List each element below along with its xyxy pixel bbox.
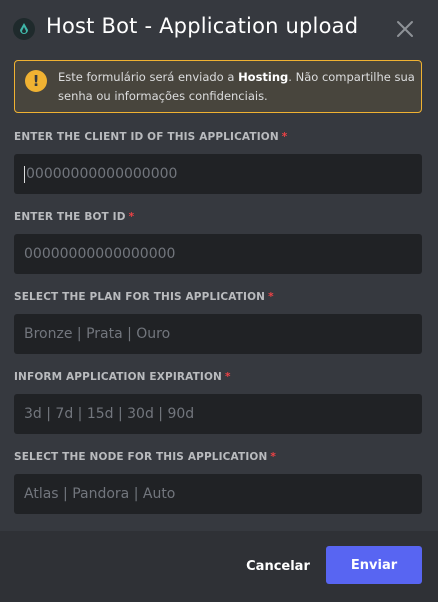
modal-title: Host Bot - Application upload xyxy=(46,14,359,38)
upload-modal: Host Bot - Application upload ! Este for… xyxy=(0,0,438,602)
expiration-label-text: INFORM APPLICATION EXPIRATION xyxy=(14,371,222,383)
node-input[interactable]: Atlas | Pandora | Auto xyxy=(14,474,422,514)
bot-id-placeholder: 00000000000000000 xyxy=(24,246,176,262)
client-id-label-text: ENTER THE CLIENT ID OF THIS APPLICATION xyxy=(14,131,279,143)
client-id-placeholder: 00000000000000000 xyxy=(26,166,178,182)
bot-id-label-text: ENTER THE BOT ID xyxy=(14,211,126,223)
bot-id-label: ENTER THE BOT ID * xyxy=(14,211,134,223)
exclamation-icon: ! xyxy=(25,70,47,92)
required-marker: * xyxy=(281,131,288,143)
plan-input[interactable]: Bronze | Prata | Ouro xyxy=(14,314,422,354)
close-icon[interactable] xyxy=(395,19,415,39)
client-id-label: ENTER THE CLIENT ID OF THIS APPLICATION * xyxy=(14,131,287,143)
expiration-label: INFORM APPLICATION EXPIRATION * xyxy=(14,371,231,383)
node-placeholder: Atlas | Pandora | Auto xyxy=(24,486,176,502)
node-label-text: SELECT THE NODE FOR THIS APPLICATION xyxy=(14,451,268,463)
bot-id-input[interactable]: 00000000000000000 xyxy=(14,234,422,274)
required-marker: * xyxy=(224,371,231,383)
plan-placeholder: Bronze | Prata | Ouro xyxy=(24,326,171,342)
required-marker: * xyxy=(128,211,135,223)
client-id-input[interactable]: 00000000000000000 xyxy=(14,154,422,194)
submit-button[interactable]: Enviar xyxy=(326,546,422,584)
text-caret xyxy=(24,165,25,183)
plan-label-text: SELECT THE PLAN FOR THIS APPLICATION xyxy=(14,291,266,303)
warning-notice: ! Este formulário será enviado a Hosting… xyxy=(14,60,422,113)
warning-text-bold: Hosting xyxy=(238,70,289,84)
warning-text-prefix: Este formulário será enviado a xyxy=(58,70,239,84)
required-marker: * xyxy=(270,451,277,463)
required-marker: * xyxy=(268,291,274,303)
cancel-button[interactable]: Cancelar xyxy=(243,552,313,580)
modal-header: Host Bot - Application upload xyxy=(0,0,438,58)
expiration-placeholder: 3d | 7d | 15d | 30d | 90d xyxy=(24,406,195,422)
bot-avatar-icon xyxy=(13,18,35,40)
warning-text: Este formulário será enviado a Hosting. … xyxy=(58,68,420,106)
node-label: SELECT THE NODE FOR THIS APPLICATION * xyxy=(14,451,276,463)
plan-label: SELECT THE PLAN FOR THIS APPLICATION * xyxy=(14,291,274,303)
expiration-input[interactable]: 3d | 7d | 15d | 30d | 90d xyxy=(14,394,422,434)
